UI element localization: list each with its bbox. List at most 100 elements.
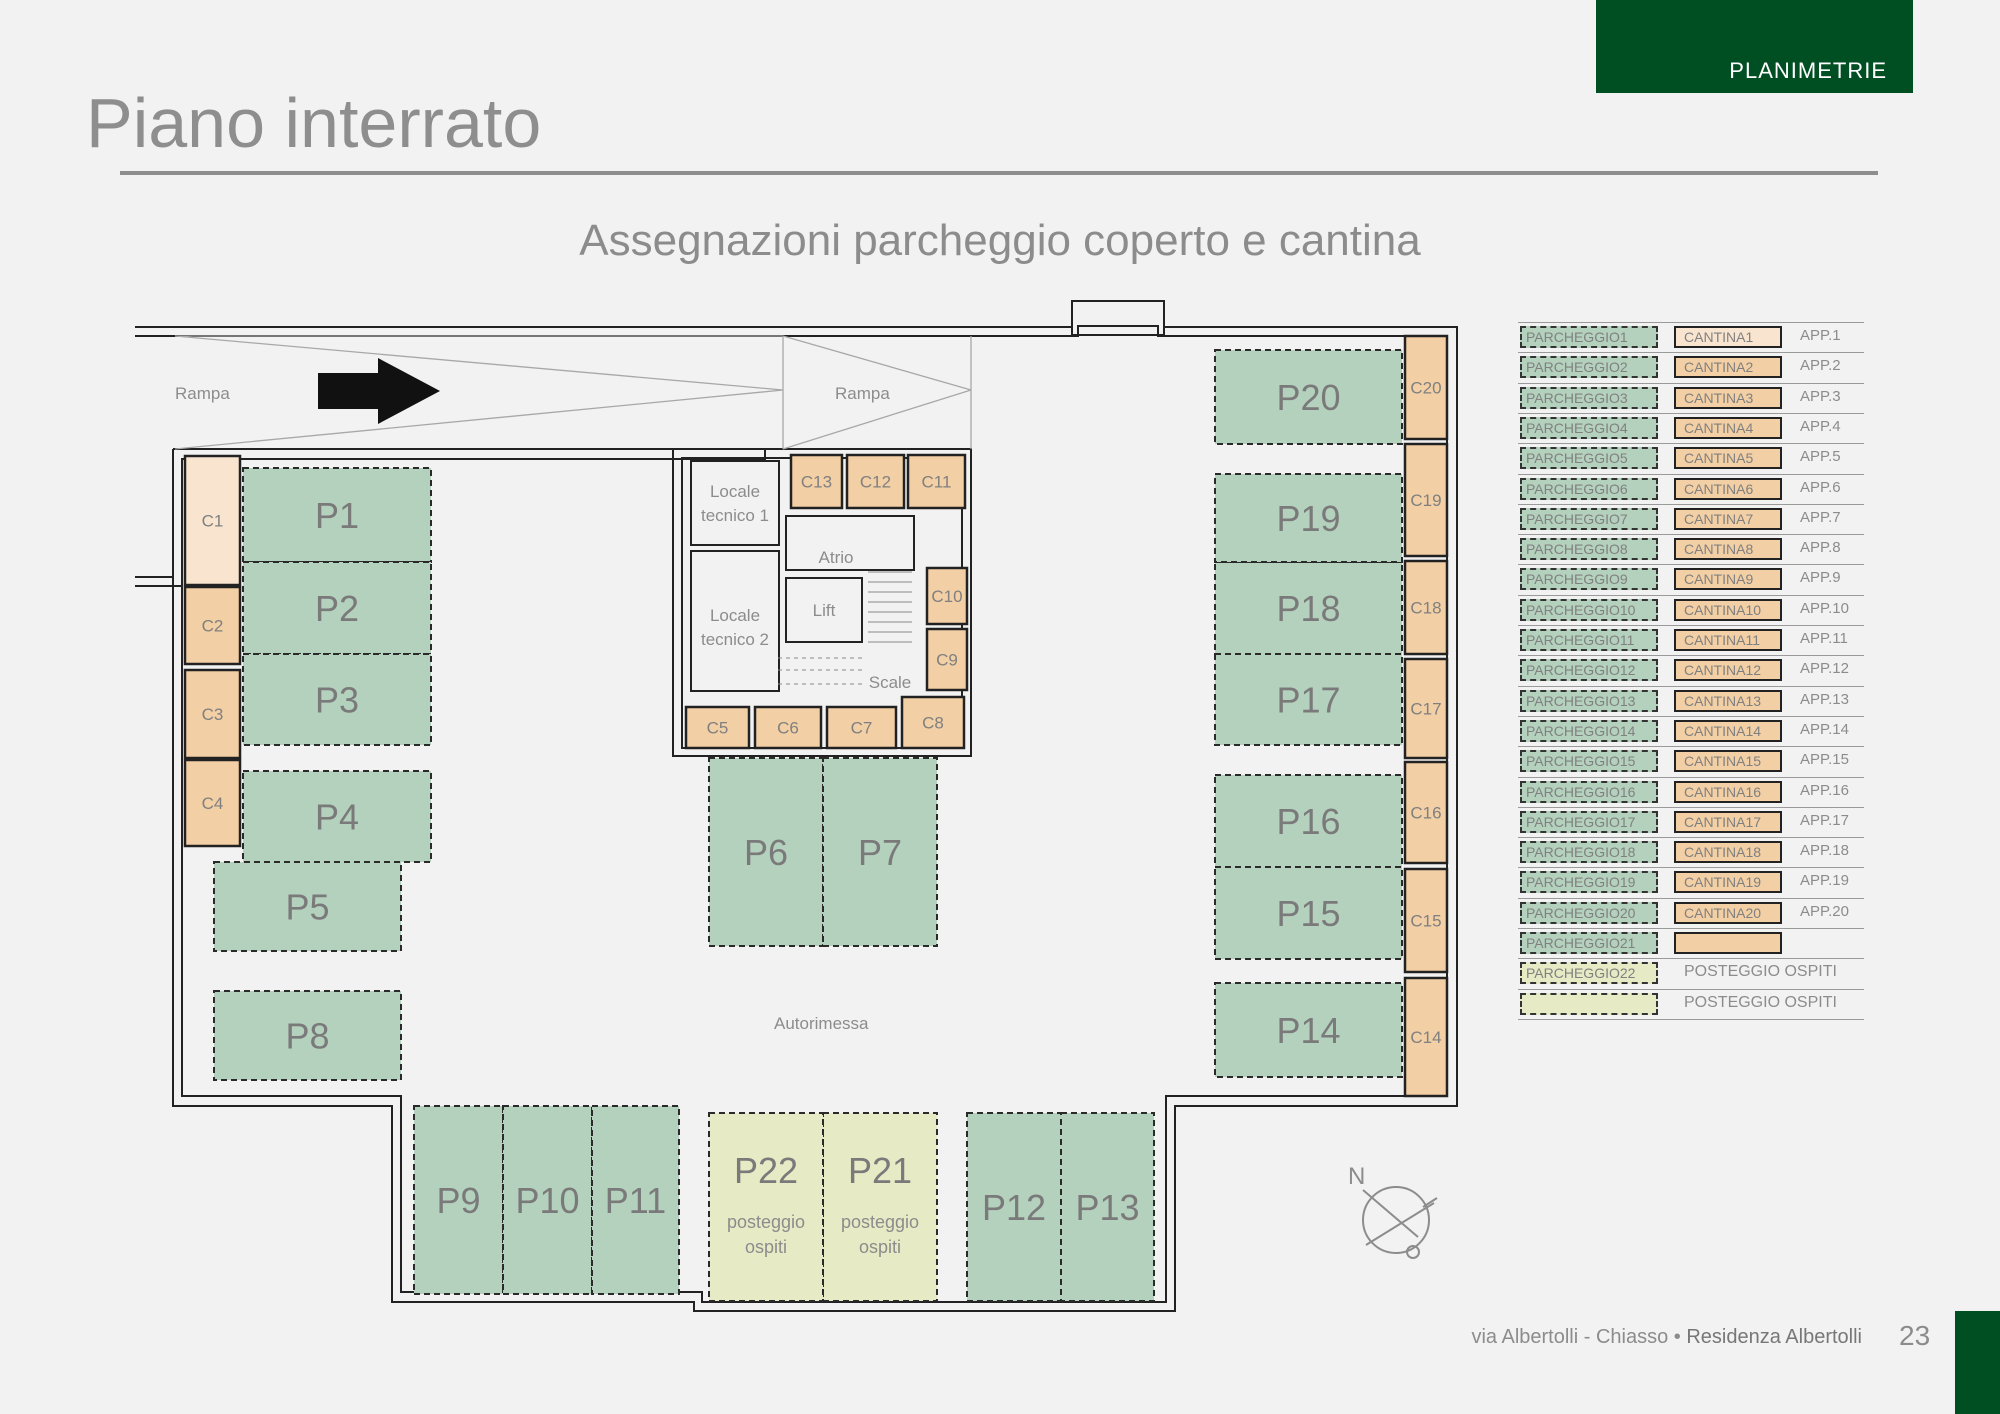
legend-apartment: APP.9 bbox=[1800, 569, 1841, 587]
parking-spot-p13: P13 bbox=[1060, 1112, 1155, 1302]
legend-divider bbox=[1518, 352, 1864, 354]
parking-spot-p10: P10 bbox=[502, 1105, 593, 1295]
legend-divider bbox=[1518, 594, 1864, 596]
parking-spot-label: P22 bbox=[734, 1150, 798, 1191]
cellar-label: C3 bbox=[202, 705, 224, 724]
cellar-label: C11 bbox=[922, 473, 952, 492]
legend-cellar: CANTINA3 bbox=[1674, 386, 1782, 409]
ramp-label-left: Rampa bbox=[175, 384, 230, 403]
legend-parking: PARCHEGGIO18 bbox=[1520, 841, 1658, 864]
parking-spot-label: P15 bbox=[1276, 893, 1340, 934]
legend-divider bbox=[1518, 958, 1864, 960]
cellar-label: C7 bbox=[851, 719, 873, 738]
legend-apartment: APP.2 bbox=[1800, 357, 1841, 375]
cellar-c17: C17 bbox=[1403, 657, 1449, 760]
cellar-label: C13 bbox=[801, 473, 832, 492]
legend-cellar: CANTINA12 bbox=[1674, 659, 1782, 682]
cellar-c10: C10 bbox=[925, 566, 969, 626]
cellar-c13: C13 bbox=[789, 453, 844, 510]
legend-divider bbox=[1518, 806, 1864, 808]
parking-spot-label: P11 bbox=[605, 1180, 666, 1221]
parking-spot-area bbox=[822, 1112, 938, 1302]
legend-divider bbox=[1518, 443, 1864, 445]
legend-divider bbox=[1518, 928, 1864, 929]
legend-parking: PARCHEGGIO4 bbox=[1520, 416, 1658, 439]
cellar-c15: C15 bbox=[1403, 867, 1449, 974]
legend-divider bbox=[1518, 837, 1864, 839]
parking-spot-p18: P18 bbox=[1214, 561, 1403, 655]
legend-parking: PARCHEGGIO7 bbox=[1520, 507, 1658, 530]
legend-cellar: CANTINA1 bbox=[1674, 326, 1782, 348]
parking-spot-p21: P21 posteggio ospiti bbox=[822, 1112, 938, 1302]
parking-spot-label: P4 bbox=[315, 797, 359, 838]
parking-spot-note: ospiti bbox=[745, 1237, 787, 1257]
legend-parking: PARCHEGGIO11 bbox=[1520, 629, 1658, 651]
legend-parking: PARCHEGGIO13 bbox=[1520, 689, 1658, 712]
parking-spot-label: P17 bbox=[1276, 680, 1340, 721]
parking-spot-p5: P5 bbox=[213, 861, 402, 952]
cellar-c14: C14 bbox=[1403, 976, 1449, 1098]
legend-apartment: APP.13 bbox=[1800, 690, 1849, 708]
legend-divider bbox=[1518, 625, 1864, 626]
cellar-c11: C11 bbox=[906, 453, 967, 510]
legend-parking: PARCHEGGIO17 bbox=[1520, 810, 1658, 833]
legend-apartment: APP.11 bbox=[1800, 630, 1848, 647]
legend-apartment: APP.18 bbox=[1800, 842, 1849, 860]
legend-divider bbox=[1518, 473, 1864, 475]
cellar-label: C5 bbox=[707, 719, 729, 738]
parking-spot-label: P6 bbox=[744, 832, 788, 873]
technical-room-2-label-line2: tecnico 2 bbox=[701, 630, 769, 649]
legend-guest-note: POSTEGGIO OSPITI bbox=[1684, 963, 1837, 981]
legend-guest-parking bbox=[1520, 992, 1658, 1015]
parking-spot-note: ospiti bbox=[859, 1237, 901, 1257]
parking-spot-p4: P4 bbox=[242, 770, 432, 863]
legend-divider bbox=[1518, 867, 1864, 869]
legend-apartment: APP.5 bbox=[1800, 448, 1841, 466]
legend-apartment: APP.10 bbox=[1800, 599, 1849, 617]
legend-divider bbox=[1518, 322, 1864, 323]
parking-spot-p1: P1 bbox=[242, 467, 432, 563]
parking-spot-p8: P8 bbox=[213, 990, 402, 1081]
legend-cellar: CANTINA11 bbox=[1674, 629, 1782, 651]
legend-parking: PARCHEGGIO16 bbox=[1520, 780, 1658, 803]
legend-divider bbox=[1518, 655, 1864, 657]
legend-divider bbox=[1518, 776, 1864, 778]
technical-room-1-label-line2: tecnico 1 bbox=[701, 506, 769, 525]
parking-spot-label: P13 bbox=[1075, 1187, 1139, 1228]
footer-tab bbox=[1955, 1311, 2000, 1414]
parking-spot-p2: P2 bbox=[242, 561, 432, 655]
cellar-label: C10 bbox=[931, 587, 962, 606]
cellar-label: C20 bbox=[1410, 379, 1441, 398]
stairs-label: Scale bbox=[869, 673, 912, 692]
cellar-label: C18 bbox=[1410, 599, 1441, 618]
parking-spot-label: P20 bbox=[1276, 377, 1340, 418]
parking-spot-p6: P6 bbox=[708, 757, 824, 947]
footer-credit: via Albertolli - Chiasso • Residenza Alb… bbox=[1471, 1326, 1862, 1349]
legend-parking: PARCHEGGIO15 bbox=[1520, 750, 1658, 773]
cellar-c8: C8 bbox=[900, 695, 966, 750]
parking-spot-label: P18 bbox=[1276, 588, 1340, 629]
legend-cellar: CANTINA15 bbox=[1674, 750, 1782, 773]
technical-room-1-label-line1: Locale bbox=[710, 482, 760, 501]
legend-cellar: CANTINA13 bbox=[1674, 689, 1782, 712]
cellar-c19: C19 bbox=[1403, 442, 1449, 558]
legend-parking: PARCHEGGIO19 bbox=[1520, 871, 1658, 894]
legend-divider bbox=[1518, 685, 1864, 687]
legend-apartment: APP.7 bbox=[1800, 508, 1841, 526]
footer-separator: • bbox=[1668, 1326, 1687, 1348]
arrow-icon bbox=[318, 358, 440, 424]
cellar-c20: C20 bbox=[1403, 334, 1449, 441]
legend-apartment: APP.4 bbox=[1800, 417, 1841, 435]
legend-divider bbox=[1518, 988, 1864, 990]
cellar-c12: C12 bbox=[845, 453, 906, 510]
parking-spot-p7: P7 bbox=[822, 757, 938, 947]
garage-label: Autorimessa bbox=[774, 1014, 869, 1033]
legend-cellar: CANTINA16 bbox=[1674, 780, 1782, 803]
lift-label: Lift bbox=[813, 601, 836, 620]
legend-parking: PARCHEGGIO6 bbox=[1520, 477, 1658, 500]
atrium-label: Atrio bbox=[819, 548, 854, 567]
legend-cellar bbox=[1674, 932, 1782, 954]
legend-cellar: CANTINA9 bbox=[1674, 568, 1782, 591]
parking-spot-label: P7 bbox=[858, 832, 902, 873]
cellar-label: C6 bbox=[777, 719, 799, 738]
